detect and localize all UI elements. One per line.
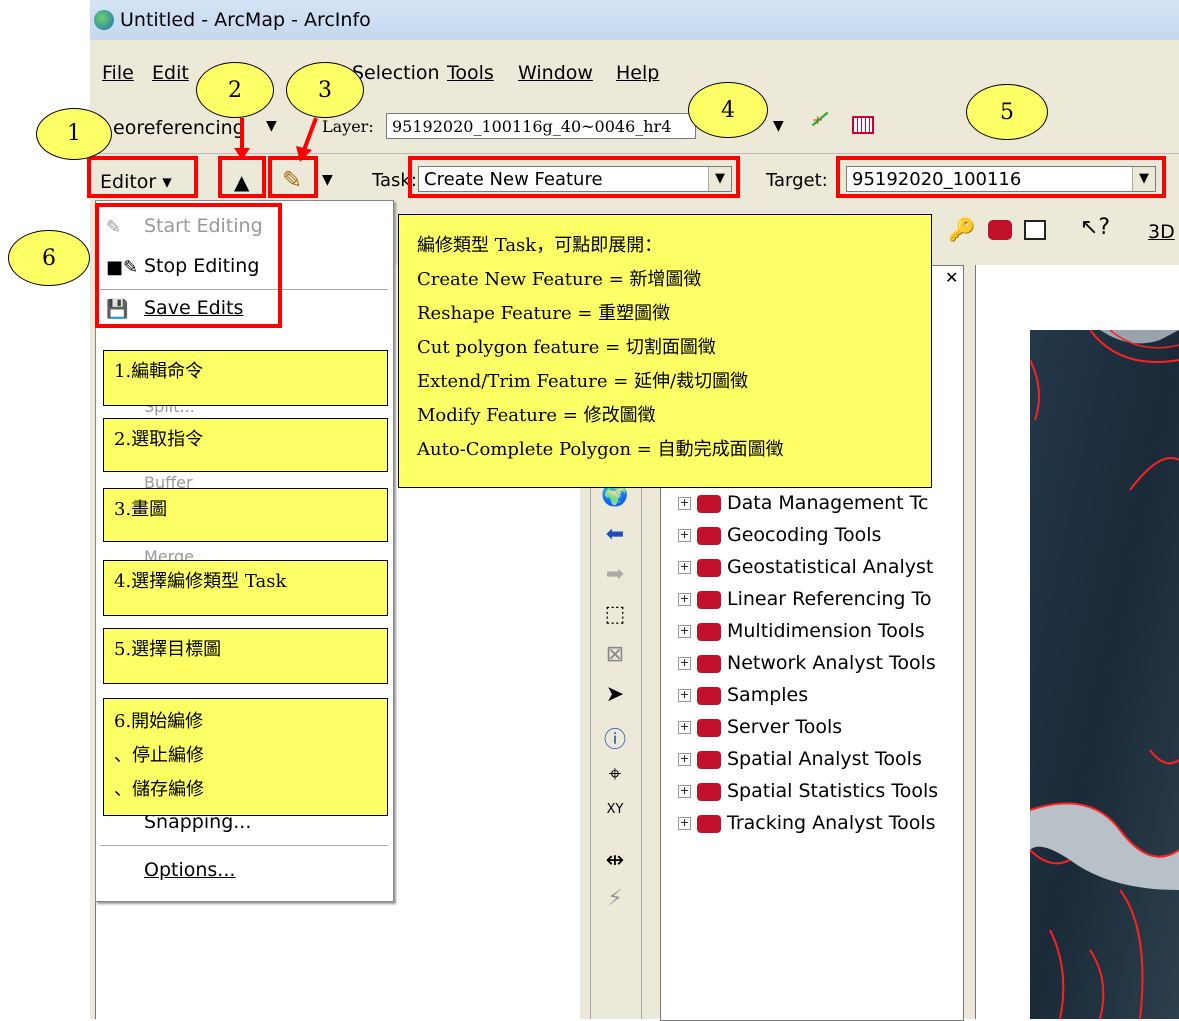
task-note-line: Cut polygon feature = 切割面圖徵 <box>417 337 716 358</box>
task-note-heading: 編修類型 Task，可點即展開： <box>417 235 663 256</box>
callout-number: 2 <box>228 78 242 103</box>
arrow-3-head <box>296 146 312 162</box>
task-note-line: Modify Feature = 修改圖徵 <box>417 405 656 426</box>
task-note-line: Reshape Feature = 重塑圖徵 <box>417 303 671 324</box>
note-text: 、停止編修 <box>114 745 204 766</box>
note-text: 、儲存編修 <box>114 779 204 800</box>
note-text: 3.畫圖 <box>114 499 168 520</box>
arrow-2-head <box>234 148 250 160</box>
note-6: 6.開始編修 、停止編修 、儲存編修 <box>103 698 388 816</box>
note-1: 1.編輯命令 <box>103 350 388 406</box>
note-text: 6.開始編修 <box>114 711 204 732</box>
callout-circle-6: 6 <box>8 230 90 286</box>
note-5: 5.選擇目標圖 <box>103 628 388 684</box>
callout-number: 1 <box>67 121 81 146</box>
callout-number: 6 <box>42 246 56 271</box>
note-text: 1.編輯命令 <box>114 361 204 382</box>
callout-circle-1: 1 <box>36 108 112 160</box>
note-text: 4.選擇編修類型 Task <box>114 571 287 592</box>
callout-circle-2: 2 <box>196 62 274 118</box>
task-types-note: 編修類型 Task，可點即展開： Create New Feature = 新增… <box>398 214 932 488</box>
task-note-line: Create New Feature = 新增圖徵 <box>417 269 702 290</box>
callout-number: 4 <box>721 98 735 123</box>
note-3: 3.畫圖 <box>103 488 388 542</box>
note-text: 2.選取指令 <box>114 429 204 450</box>
callout-number: 5 <box>1000 100 1014 125</box>
arrow-3 <box>302 117 318 151</box>
task-note-line: Auto-Complete Polygon = 自動完成面圖徵 <box>417 439 784 460</box>
note-text: 5.選擇目標圖 <box>114 639 222 660</box>
callout-circle-3: 3 <box>286 62 364 118</box>
callout-circle-4: 4 <box>688 82 768 138</box>
callout-circle-5: 5 <box>966 84 1048 140</box>
note-4: 4.選擇編修類型 Task <box>103 560 388 616</box>
task-note-line: Extend/Trim Feature = 延伸/裁切圖徵 <box>417 371 749 392</box>
note-2: 2.選取指令 <box>103 418 388 472</box>
callout-number: 3 <box>318 78 332 103</box>
